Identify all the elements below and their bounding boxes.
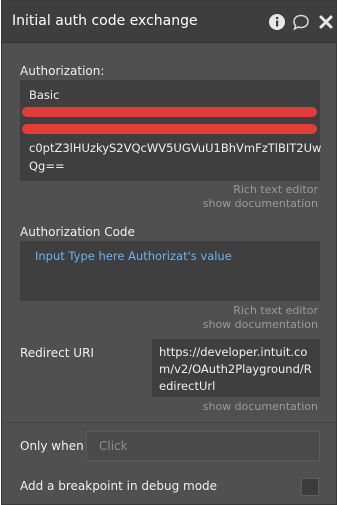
breakpoint-checkbox[interactable] xyxy=(301,478,319,496)
authorization-line-basic: Basic xyxy=(29,88,60,102)
rich-text-editor-link[interactable]: Rich text editor xyxy=(233,304,318,317)
redirect-uri-line: https://developer.intuit.co xyxy=(159,345,308,359)
redirect-uri-field[interactable]: https://developer.intuit.co m/v2/OAuth2P… xyxy=(152,339,320,397)
redaction-bar xyxy=(22,124,317,134)
show-documentation-link[interactable]: show documentation xyxy=(203,318,318,331)
authorization-code-field[interactable]: Input Type here Authorizat's value xyxy=(20,241,320,301)
comment-icon[interactable] xyxy=(292,13,310,31)
redirect-uri-label: Redirect URI xyxy=(20,346,94,360)
panel-title: Initial auth code exchange xyxy=(12,13,198,29)
close-icon[interactable] xyxy=(317,13,335,31)
section-divider xyxy=(2,422,336,423)
panel-header: Initial auth code exchange xyxy=(2,1,336,43)
info-icon[interactable] xyxy=(268,13,286,31)
rich-text-editor-link[interactable]: Rich text editor xyxy=(233,183,318,196)
authorization-label: Authorization: xyxy=(20,64,105,78)
authorization-code-label: Authorization Code xyxy=(20,225,135,239)
redirect-uri-line: m/v2/OAuth2Playground/R xyxy=(159,362,312,376)
show-documentation-link[interactable]: show documentation xyxy=(203,197,318,210)
authorization-field[interactable]: Basic c0ptZ3lHUzkyS2VQcWV5UGVuU1BhVmFzTl… xyxy=(20,80,322,181)
authorization-line-token: c0ptZ3lHUzkyS2VQcWV5UGVuU1BhVmFzTlBIT2Uw xyxy=(29,141,322,155)
show-documentation-link[interactable]: show documentation xyxy=(203,400,318,413)
redaction-bar xyxy=(22,107,317,117)
authorization-line-end: Qg== xyxy=(29,159,65,173)
only-when-condition-input[interactable]: Click xyxy=(86,431,320,461)
workflow-action-panel: Initial auth code exchange Authorization… xyxy=(1,0,337,505)
authorization-code-dynamic-value[interactable]: Input Type here Authorizat's value xyxy=(35,248,232,264)
breakpoint-label: Add a breakpoint in debug mode xyxy=(20,479,218,493)
redirect-uri-line: edirectUrl xyxy=(159,379,216,393)
only-when-label: Only when xyxy=(20,439,84,453)
